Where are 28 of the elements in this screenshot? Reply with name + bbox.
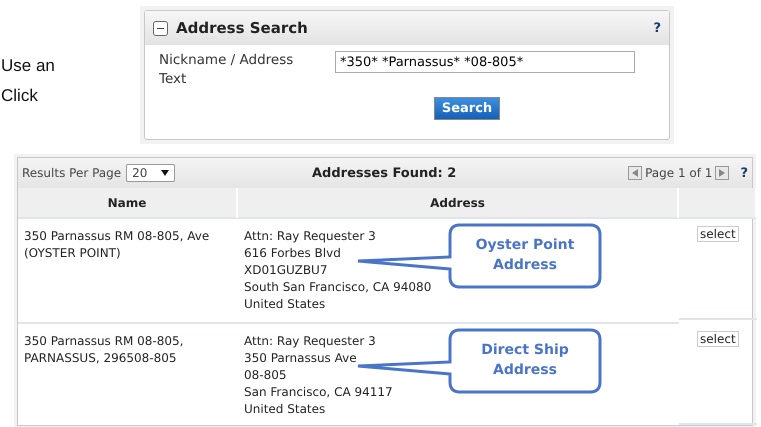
search-button[interactable]: Search	[434, 97, 500, 120]
previous-page-button[interactable]	[628, 166, 642, 180]
caret-icon	[161, 170, 170, 176]
results-count: Addresses Found: 2	[312, 166, 458, 180]
panel-title: Address Search	[176, 19, 309, 37]
column-header: Name	[18, 188, 238, 219]
instruction-text: Use an	[1, 56, 55, 76]
right-triangle-icon	[719, 169, 726, 177]
per-page-label: Results Per Page	[22, 166, 122, 180]
next-page-button[interactable]	[715, 166, 730, 180]
help-link[interactable]: ?	[653, 20, 661, 36]
callout-text: Direct Ship Address	[480, 341, 570, 380]
field-label: Nickname / Address Text	[159, 51, 294, 89]
address-cell: Attn: Ray Requester 3 350 Parnassus Ave 08-805 San Francisco, CA 94117 United States	[244, 333, 393, 418]
name-cell: 350 Parnassus RM 08-805, Ave (OYSTER POINT)	[24, 229, 210, 260]
left-triangle-icon	[632, 169, 638, 177]
select-button[interactable]: select	[697, 331, 739, 347]
callout-text: Oyster Point Address	[474, 236, 576, 275]
search-field[interactable]: *350* *Parnassus* *08-805*	[335, 51, 635, 73]
address-cell: Attn: Ray Requester 3 616 Forbes Blvd XD01GUZBU7 South San Francisco, CA 94080 United States	[244, 228, 432, 313]
name-cell: 350 Parnassus RM 08-805, PARNASSUS, 296508-805	[24, 334, 184, 365]
column-header: Address	[238, 188, 679, 219]
select-button[interactable]: select	[697, 226, 739, 242]
page-info: Page 1 of 1	[645, 166, 712, 180]
per-page-dropdown[interactable]: 20	[126, 164, 176, 182]
instruction-text: Click	[1, 86, 38, 106]
collapse-icon[interactable]	[153, 20, 168, 36]
help-link[interactable]: ?	[740, 166, 748, 180]
